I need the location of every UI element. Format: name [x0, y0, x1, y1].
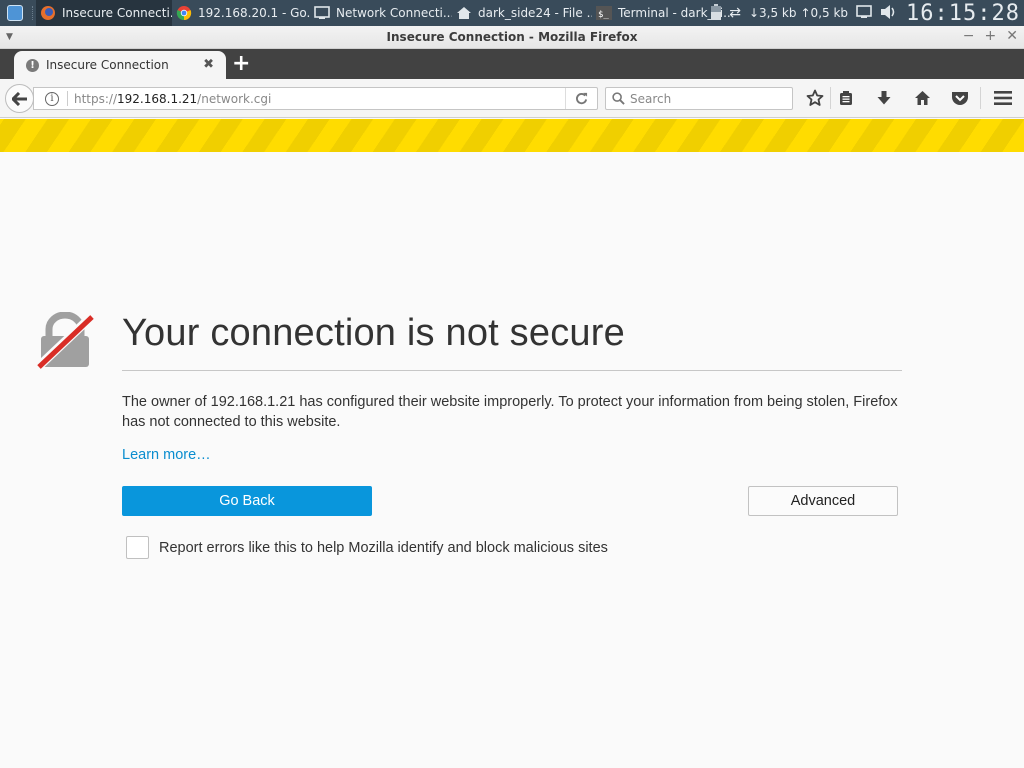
url-scheme: https://	[74, 91, 118, 106]
network-transfer-icon[interactable]: ⇄	[729, 5, 741, 21]
broken-lock-icon	[36, 312, 94, 370]
minimize-button[interactable]: −	[963, 28, 975, 44]
back-button[interactable]	[5, 84, 34, 113]
title-divider	[122, 370, 902, 371]
tab-insecure-connection[interactable]: ! Insecure Connection ✖	[14, 51, 226, 79]
taskbar-task-chrome[interactable]: 192.168.20.1 - Go...	[172, 0, 310, 26]
start-menu-button[interactable]	[0, 0, 30, 26]
search-placeholder: Search	[630, 91, 672, 106]
downloads-button[interactable]	[873, 88, 895, 108]
url-text[interactable]: https://192.168.1.21/network.cgi	[74, 92, 271, 106]
page-title: Your connection is not secure	[122, 312, 625, 354]
firefox-icon	[40, 5, 56, 21]
system-tray: ⇄ ↓3,5 kb ↑0,5 kb 16:15:28	[711, 0, 1024, 26]
maximize-button[interactable]: +	[985, 28, 997, 44]
go-back-button[interactable]: Go Back	[122, 486, 372, 516]
close-tab-icon[interactable]: ✖	[203, 57, 214, 72]
download-arrow-icon	[877, 91, 891, 105]
toolbar-separator	[830, 87, 831, 109]
terminal-icon: $_	[596, 5, 612, 21]
close-window-button[interactable]: ✕	[1006, 28, 1018, 44]
report-errors-checkbox[interactable]	[126, 536, 149, 559]
taskbar-task-firefox[interactable]: Insecure Connecti...	[36, 0, 172, 26]
tab-strip: ! Insecure Connection ✖ +	[0, 49, 1024, 79]
advanced-button[interactable]: Advanced	[748, 486, 898, 516]
network-down-rate: ↓3,5 kb	[748, 6, 797, 20]
battery-icon[interactable]	[711, 3, 722, 23]
site-info-icon[interactable]: i	[45, 91, 59, 106]
url-path: /network.cgi	[197, 91, 272, 106]
reload-button[interactable]	[565, 88, 597, 109]
new-tab-button[interactable]: +	[232, 51, 250, 77]
reload-icon	[576, 92, 588, 105]
home-folder-icon	[456, 5, 472, 21]
pocket-button[interactable]	[949, 88, 971, 108]
clock[interactable]: 16:15:28	[906, 1, 1020, 26]
home-icon	[914, 91, 930, 105]
url-divider	[67, 91, 68, 106]
window-title: Insecure Connection - Mozilla Firefox	[386, 30, 638, 44]
chrome-icon	[176, 5, 192, 21]
desktop-icon	[7, 5, 23, 21]
monitor-icon	[314, 5, 330, 21]
volume-icon[interactable]	[880, 4, 898, 23]
url-bar[interactable]: i https://192.168.1.21/network.cgi	[33, 87, 598, 110]
error-description: The owner of 192.168.1.21 has configured…	[122, 394, 898, 430]
open-menu-button[interactable]	[992, 88, 1014, 108]
warning-icon: !	[26, 58, 39, 72]
network-up-rate: ↑0,5 kb	[800, 6, 849, 20]
insecure-warning-stripe	[0, 119, 1024, 152]
report-errors-label: Report errors like this to help Mozilla …	[159, 539, 608, 556]
window-titlebar[interactable]: ▼ Insecure Connection - Mozilla Firefox …	[0, 26, 1024, 49]
star-icon	[806, 89, 824, 106]
bookmark-star-button[interactable]	[804, 88, 826, 108]
learn-more-link[interactable]: Learn more…	[122, 447, 211, 463]
bookmarks-menu-button[interactable]	[835, 88, 857, 108]
taskbar-task-file-manager[interactable]: dark_side24 - File ...	[452, 0, 592, 26]
report-errors-option[interactable]: Report errors like this to help Mozilla …	[126, 536, 608, 559]
url-host: 192.168.1.21	[117, 91, 198, 106]
home-button[interactable]	[911, 88, 933, 108]
display-icon[interactable]	[856, 4, 872, 22]
back-arrow-icon	[11, 91, 27, 106]
error-page: Your connection is not secure The owner …	[0, 152, 1024, 768]
taskbar-task-label: dark_side24 - File ...	[478, 6, 592, 20]
search-input[interactable]: Search	[605, 87, 793, 110]
svg-text:$_: $_	[598, 10, 609, 20]
navigation-toolbar: i https://192.168.1.21/network.cgi Searc…	[0, 79, 1024, 118]
taskbar-task-network[interactable]: Network Connecti...	[310, 0, 452, 26]
clipboard-list-icon	[840, 91, 852, 105]
taskbar-task-label: Insecure Connecti...	[62, 6, 172, 20]
toolbar-separator	[980, 87, 981, 109]
hamburger-menu-icon	[994, 91, 1012, 105]
taskbar-task-label: 192.168.20.1 - Go...	[198, 6, 310, 20]
taskbar: Insecure Connecti... 192.168.20.1 - Go..…	[0, 0, 1024, 26]
search-icon	[612, 92, 625, 105]
taskbar-task-label: Network Connecti...	[336, 6, 452, 20]
pocket-icon	[952, 92, 968, 105]
tab-label: Insecure Connection	[46, 58, 169, 72]
